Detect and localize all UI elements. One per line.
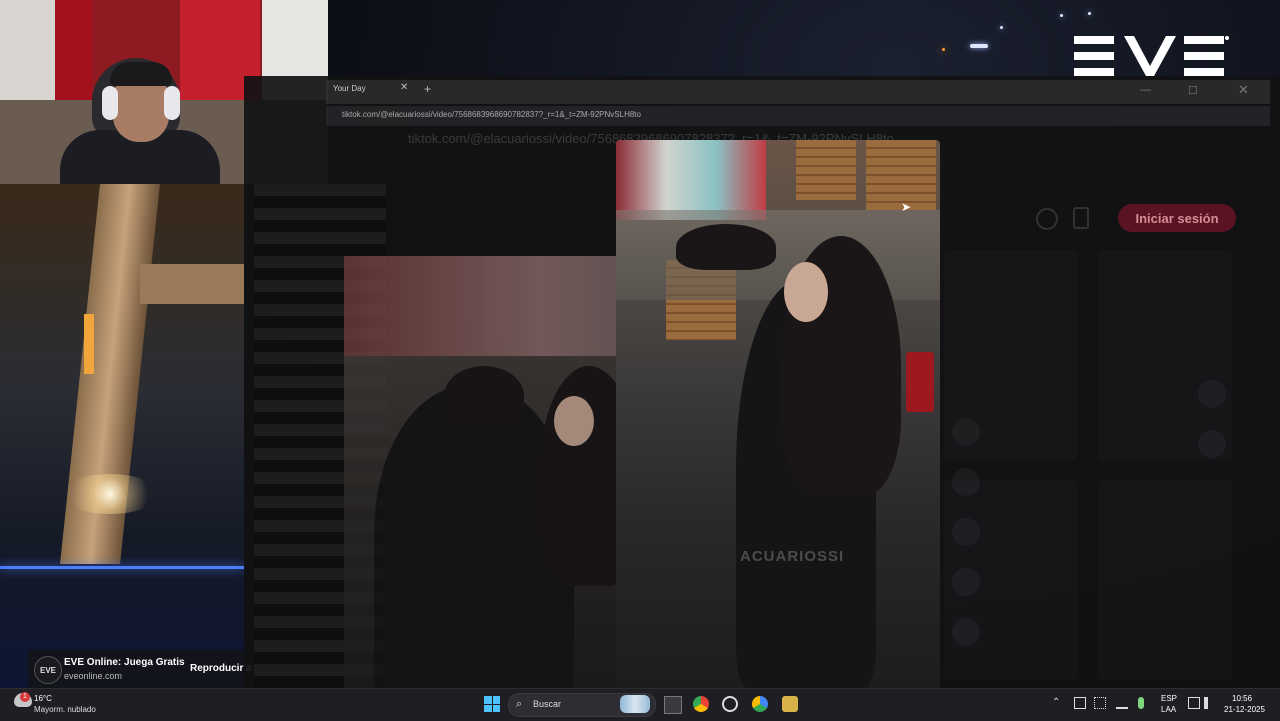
man-hair bbox=[444, 366, 524, 426]
ground bbox=[616, 210, 940, 300]
nav-up-icon[interactable] bbox=[1198, 380, 1226, 408]
recommended-card[interactable] bbox=[1098, 250, 1232, 460]
blue-beam bbox=[0, 566, 244, 569]
star bbox=[1088, 12, 1091, 15]
ad-play-button[interactable]: Reproducir a bbox=[190, 663, 252, 674]
lens-flare bbox=[60, 474, 160, 514]
network-icon[interactable] bbox=[1116, 697, 1128, 709]
search-highlight-image bbox=[620, 695, 650, 713]
video-watermark: ACUARIOSSI bbox=[740, 548, 845, 565]
clock-time[interactable]: 10:56 bbox=[1232, 694, 1252, 703]
comment-icon[interactable] bbox=[952, 468, 980, 496]
more-icon[interactable] bbox=[952, 618, 980, 646]
chrome-profile-icon[interactable] bbox=[752, 696, 768, 712]
start-tile bbox=[484, 696, 492, 704]
ad-logo: EVE bbox=[34, 656, 62, 684]
ship-light bbox=[970, 44, 988, 48]
red-cup bbox=[906, 352, 934, 412]
star bbox=[942, 48, 945, 51]
weather-temp[interactable]: 16°C bbox=[34, 694, 52, 703]
keyboard-layout[interactable]: LAA bbox=[1161, 705, 1176, 714]
phone-icon[interactable] bbox=[1073, 207, 1089, 229]
new-tab-icon[interactable]: + bbox=[424, 82, 431, 96]
minimize-icon[interactable]: — bbox=[1140, 84, 1151, 96]
close-icon[interactable]: ✕ bbox=[1238, 82, 1249, 98]
station-arm bbox=[140, 264, 244, 304]
login-button[interactable]: Iniciar sesión bbox=[1118, 204, 1236, 232]
station-light bbox=[84, 314, 94, 374]
chevron-up-icon[interactable]: ⌃ bbox=[1052, 697, 1060, 708]
woman-face bbox=[784, 262, 828, 322]
compass-icon[interactable] bbox=[1036, 208, 1058, 230]
tab-close-icon[interactable]: ✕ bbox=[400, 82, 408, 93]
app-icon[interactable] bbox=[782, 696, 798, 712]
door bbox=[0, 0, 55, 100]
tray-grid-icon[interactable] bbox=[1094, 697, 1106, 709]
language-code[interactable]: ESP bbox=[1161, 694, 1177, 703]
headphones-icon bbox=[102, 86, 118, 120]
star bbox=[1000, 26, 1003, 29]
person-hair bbox=[110, 62, 172, 86]
monitor-icon[interactable] bbox=[1188, 697, 1200, 709]
start-tile bbox=[492, 696, 500, 704]
woman-face bbox=[554, 396, 594, 446]
search-icon: ⌕ bbox=[516, 698, 523, 710]
eve-logo-graphic bbox=[1074, 36, 1229, 76]
cursor-icon: ➤ bbox=[901, 200, 912, 214]
eve-logo bbox=[1070, 34, 1230, 78]
start-tile bbox=[484, 704, 492, 712]
weather-badge: 1 bbox=[20, 692, 30, 702]
microphone-icon[interactable] bbox=[1138, 697, 1144, 709]
windows-start-icon[interactable] bbox=[484, 696, 500, 712]
star bbox=[1060, 14, 1063, 17]
address-url[interactable]: tiktok.com/@elacuariossi/video/756868396… bbox=[342, 110, 641, 119]
crate bbox=[796, 140, 856, 200]
ad-panel[interactable] bbox=[0, 184, 244, 688]
ad-url[interactable]: eveonline.com bbox=[64, 671, 122, 681]
share-icon[interactable] bbox=[952, 568, 980, 596]
nav-down-icon[interactable] bbox=[1198, 430, 1226, 458]
video-player[interactable] bbox=[616, 140, 940, 688]
maximize-icon[interactable]: ☐ bbox=[1188, 84, 1198, 97]
clock-date[interactable]: 21-12-2025 bbox=[1224, 705, 1265, 714]
task-view-icon[interactable] bbox=[664, 696, 682, 714]
browser-tab[interactable]: Your Day bbox=[333, 84, 366, 93]
save-icon[interactable] bbox=[952, 518, 980, 546]
start-tile bbox=[492, 704, 500, 712]
like-icon[interactable] bbox=[952, 418, 980, 446]
man-hair bbox=[676, 224, 776, 270]
obs-icon[interactable] bbox=[722, 696, 738, 712]
headphones-icon bbox=[164, 86, 180, 120]
weather-desc[interactable]: Mayorm. nublado bbox=[34, 705, 96, 714]
ad-title[interactable]: EVE Online: Juega Gratis bbox=[64, 657, 185, 668]
tray-app-icon[interactable] bbox=[1074, 697, 1086, 709]
volume-icon[interactable] bbox=[1204, 697, 1216, 709]
browser-tabbar bbox=[326, 80, 1270, 104]
search-placeholder[interactable]: Buscar bbox=[533, 699, 561, 709]
recommended-card[interactable] bbox=[1098, 480, 1232, 680]
chrome-icon[interactable] bbox=[693, 696, 709, 712]
market-stalls bbox=[616, 140, 766, 220]
